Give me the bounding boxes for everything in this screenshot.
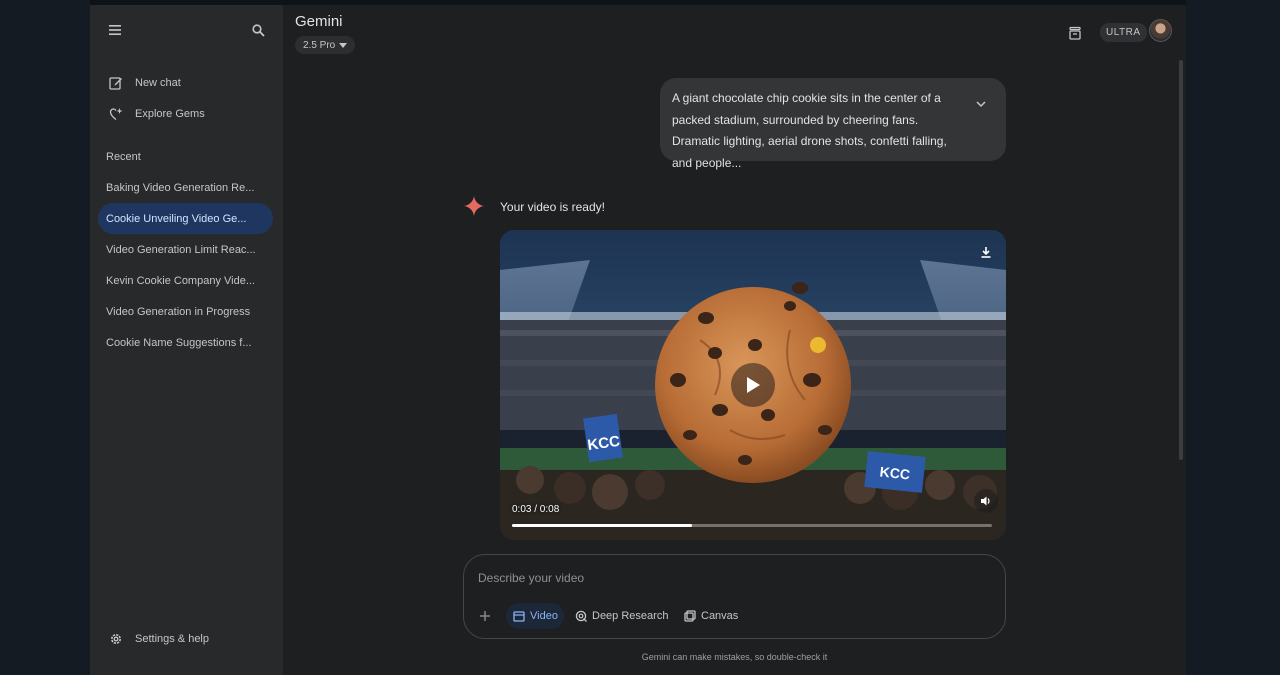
avatar[interactable]	[1149, 19, 1172, 42]
plan-badge: ULTRA	[1100, 23, 1147, 42]
app-title: Gemini	[295, 13, 343, 30]
recent-chat-item[interactable]: Video Generation Limit Reac...	[98, 234, 273, 265]
explore-gems-label: Explore Gems	[135, 108, 205, 120]
play-button[interactable]	[731, 363, 775, 407]
new-chat-label: New chat	[135, 77, 181, 89]
video-time: 0:03 / 0:08	[512, 504, 560, 515]
model-label: 2.5 Pro	[303, 39, 336, 51]
gemini-app: New chat Explore Gems Recent Baking Vide…	[90, 5, 1186, 675]
video-tool-button[interactable]: Video	[506, 603, 564, 629]
deep-research-button[interactable]: Deep Research	[568, 603, 674, 629]
model-selector[interactable]: 2.5 Pro	[295, 36, 356, 54]
recent-chat-item[interactable]: Kevin Cookie Company Vide...	[98, 265, 273, 296]
recent-heading: Recent	[106, 151, 141, 163]
video-progress-bar[interactable]	[512, 524, 992, 527]
settings-help-button[interactable]: Settings & help	[98, 624, 273, 654]
kcc-sign-text: KCC	[879, 463, 911, 482]
video-progress-fill	[512, 524, 692, 527]
deep-research-icon	[574, 609, 588, 623]
user-prompt-text: A giant chocolate chip cookie sits in th…	[672, 91, 947, 170]
search-icon[interactable]	[248, 20, 268, 40]
video-player[interactable]: KCC KCC 0:03 / 0:08	[500, 230, 1006, 540]
video-tool-label: Video	[530, 610, 558, 622]
gem-icon	[107, 105, 125, 123]
menu-icon[interactable]	[106, 21, 124, 39]
add-icon[interactable]	[476, 607, 494, 625]
chevron-down-icon[interactable]	[973, 96, 989, 112]
canvas-button[interactable]: Canvas	[677, 603, 744, 629]
gear-icon	[107, 630, 125, 648]
new-chat-button[interactable]: New chat	[98, 68, 273, 98]
canvas-label: Canvas	[701, 610, 739, 622]
volume-button[interactable]	[974, 489, 998, 513]
download-icon[interactable]	[976, 242, 996, 262]
deep-research-label: Deep Research	[592, 610, 669, 622]
sidebar: New chat Explore Gems Recent Baking Vide…	[90, 5, 283, 675]
recent-chat-item[interactable]: Baking Video Generation Re...	[98, 172, 273, 203]
gemini-sparkle-icon	[464, 196, 484, 216]
explore-gems-button[interactable]: Explore Gems	[98, 99, 273, 129]
video-calendar-icon	[512, 609, 526, 623]
prompt-input[interactable]	[478, 566, 978, 590]
caret-down-icon	[339, 42, 348, 48]
play-icon	[747, 377, 760, 393]
user-message: A giant chocolate chip cookie sits in th…	[660, 78, 1006, 170]
settings-help-label: Settings & help	[135, 633, 209, 645]
scrollbar-thumb[interactable]	[1179, 60, 1183, 460]
canvas-icon	[683, 609, 697, 623]
prompt-composer: Video Deep Research Canvas	[463, 554, 1006, 639]
recent-chat-item-active[interactable]: Cookie Unveiling Video Ge...	[98, 203, 273, 234]
edit-icon	[107, 74, 125, 92]
archive-icon[interactable]	[1065, 23, 1085, 43]
disclaimer-text: Gemini can make mistakes, so double-chec…	[641, 652, 828, 662]
recent-chat-item[interactable]: Cookie Name Suggestions f...	[98, 327, 273, 358]
response-text: Your video is ready!	[500, 200, 605, 214]
volume-icon	[981, 496, 990, 506]
recent-chat-item[interactable]: Video Generation in Progress	[98, 296, 273, 327]
